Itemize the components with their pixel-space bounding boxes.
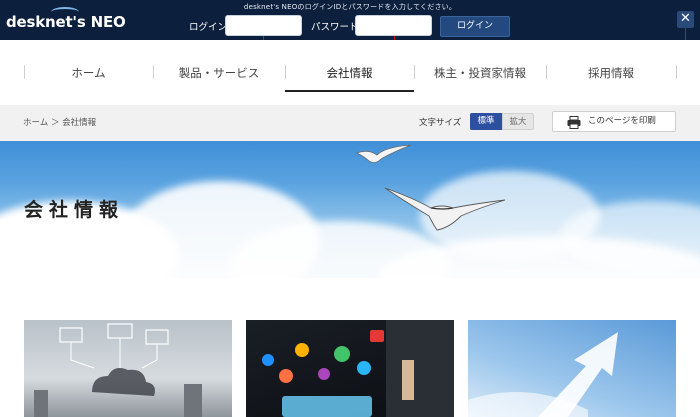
font-size-standard-button[interactable]: 標準 bbox=[470, 113, 502, 130]
hero-title: 会社情報 bbox=[24, 199, 125, 221]
login-id-input[interactable] bbox=[225, 15, 302, 36]
printer-icon bbox=[567, 116, 581, 129]
password-label: パスワード bbox=[311, 22, 359, 33]
login-button[interactable]: ログイン bbox=[440, 16, 510, 37]
rising-arrow-image bbox=[468, 332, 618, 417]
nav-item-recruit[interactable]: 採用情報 bbox=[546, 65, 676, 81]
seagull-small-image bbox=[355, 144, 412, 163]
hero-banner: 会社情報 bbox=[0, 141, 700, 278]
font-size-label: 文字サイズ bbox=[419, 118, 462, 128]
close-login-bar-button[interactable]: ✕ bbox=[677, 11, 694, 28]
breadcrumb-bar: ホーム ＞ 会社情報 文字サイズ 標準 拡大 このページを印刷 bbox=[0, 105, 700, 141]
nav-item-home[interactable]: ホーム bbox=[24, 65, 153, 81]
desknets-neo-logo[interactable]: desknet's NEO bbox=[6, 7, 126, 31]
nav-item-investors[interactable]: 株主・投資家情報 bbox=[414, 65, 546, 81]
login-id-label: ログイン bbox=[189, 22, 228, 33]
breadcrumb[interactable]: ホーム ＞ 会社情報 bbox=[23, 116, 96, 128]
tablet-apps-image bbox=[262, 320, 454, 417]
nav-active-indicator bbox=[285, 90, 414, 92]
nav-separator bbox=[676, 65, 677, 79]
print-page-button[interactable]: このページを印刷 bbox=[552, 111, 676, 132]
font-size-large-button[interactable]: 拡大 bbox=[502, 113, 534, 130]
card-technology-image[interactable] bbox=[246, 320, 454, 417]
seagull-large-image bbox=[384, 187, 506, 231]
card-growth-image[interactable] bbox=[468, 320, 676, 417]
login-bar: desknet's NEOのログインIDとパスワードを入力してください。 des… bbox=[0, 0, 700, 40]
nav-item-company[interactable]: 会社情報 bbox=[285, 65, 414, 81]
close-icon: ✕ bbox=[680, 11, 691, 26]
print-page-label: このページを印刷 bbox=[588, 116, 656, 126]
network-cloud-image bbox=[34, 323, 202, 417]
card-business-image[interactable] bbox=[24, 320, 232, 417]
login-notice: desknet's NEOのログインIDとパスワードを入力してください。 bbox=[243, 3, 457, 11]
password-input[interactable] bbox=[355, 15, 432, 36]
logo-swoosh-icon bbox=[51, 7, 79, 17]
nav-item-products[interactable]: 製品・サービス bbox=[153, 65, 285, 81]
logo-neo: NEO bbox=[90, 13, 126, 31]
main-nav: ホーム 製品・サービス 会社情報 株主・投資家情報 採用情報 bbox=[0, 40, 700, 105]
